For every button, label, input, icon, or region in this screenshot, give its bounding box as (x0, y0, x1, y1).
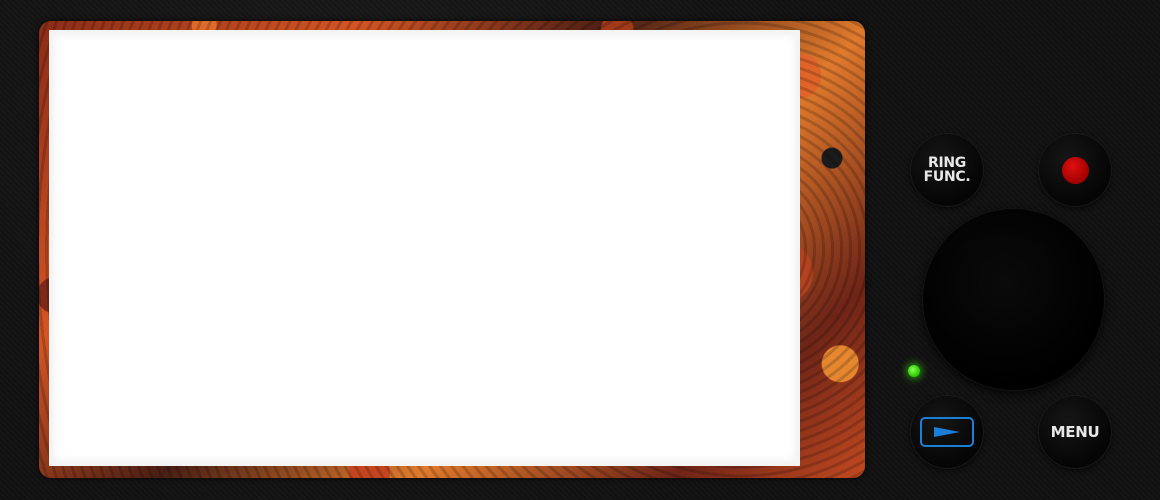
record-button[interactable] (1039, 134, 1111, 206)
status-led-indicator (908, 365, 920, 377)
ring-func-button[interactable]: RING FUNC. (911, 134, 983, 206)
playback-button[interactable] (911, 396, 983, 468)
lcd-screen[interactable] (49, 30, 800, 466)
ring-func-label: RING FUNC. (923, 155, 971, 185)
menu-button[interactable]: MENU (1039, 396, 1111, 468)
camera-body: RING FUNC. MENU (0, 0, 1160, 500)
control-dial[interactable] (923, 209, 1104, 390)
menu-button-label: MENU (1050, 423, 1100, 441)
playback-icon (920, 417, 974, 447)
play-triangle-icon (934, 427, 960, 437)
record-dot-icon (1061, 156, 1089, 184)
